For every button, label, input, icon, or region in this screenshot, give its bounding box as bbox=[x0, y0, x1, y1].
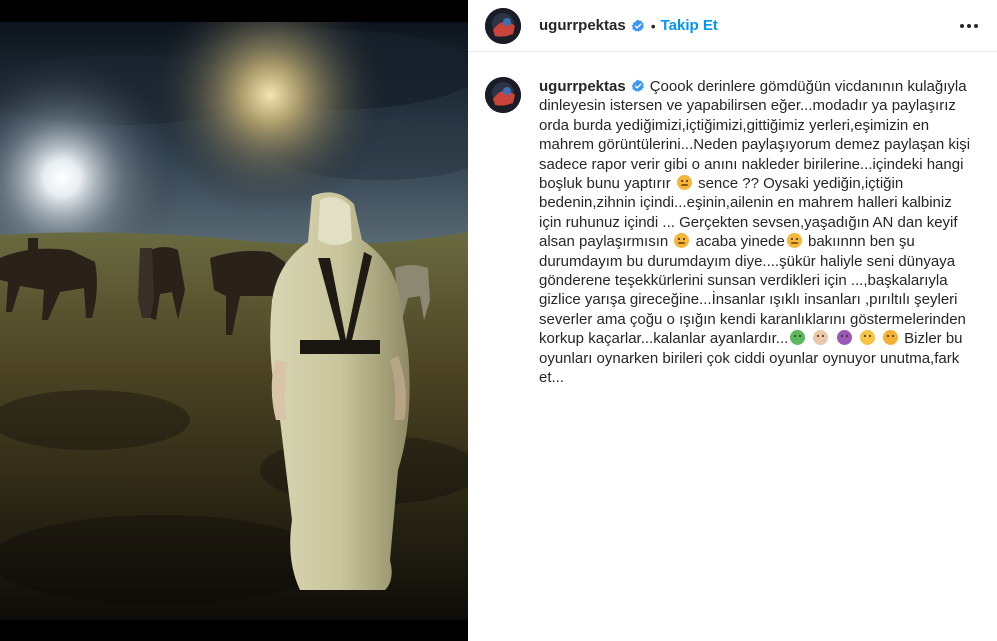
caption-comment: ugurrpektas Çoook derinlere gömdüğün vicd… bbox=[485, 77, 975, 388]
caption-part-4: bakıınnn ben şu durumdayım bu durumdayım… bbox=[539, 233, 966, 348]
purple-face-icon bbox=[836, 330, 852, 346]
shocked-face-icon bbox=[813, 330, 829, 346]
smiling-face-icon bbox=[859, 330, 875, 346]
more-options-icon[interactable] bbox=[957, 14, 981, 38]
post-photo[interactable] bbox=[0, 0, 468, 641]
avatar[interactable] bbox=[485, 7, 521, 44]
thinking-face-icon bbox=[674, 233, 690, 249]
caption-part-3: acaba yinede bbox=[695, 233, 785, 251]
comment-username[interactable]: ugurrpektas bbox=[539, 78, 626, 95]
post-sidebar: ugurrpektas • Takip Et ugurrpektas Çoook … bbox=[468, 0, 997, 641]
post-header: ugurrpektas • Takip Et bbox=[468, 0, 997, 52]
follow-button[interactable]: Takip Et bbox=[661, 17, 718, 34]
thinking-face-icon bbox=[676, 175, 692, 191]
verified-badge-icon bbox=[631, 19, 644, 32]
post-image bbox=[0, 0, 468, 641]
hugging-face-icon bbox=[882, 330, 898, 346]
nauseated-face-icon bbox=[790, 330, 806, 346]
caption-text: ugurrpektas Çoook derinlere gömdüğün vicd… bbox=[539, 77, 975, 388]
header-username[interactable]: ugurrpektas bbox=[539, 17, 626, 34]
verified-badge-icon bbox=[631, 79, 644, 92]
comment-avatar[interactable] bbox=[485, 77, 521, 113]
header-separator: • bbox=[650, 17, 656, 34]
thinking-face-icon bbox=[786, 233, 802, 249]
